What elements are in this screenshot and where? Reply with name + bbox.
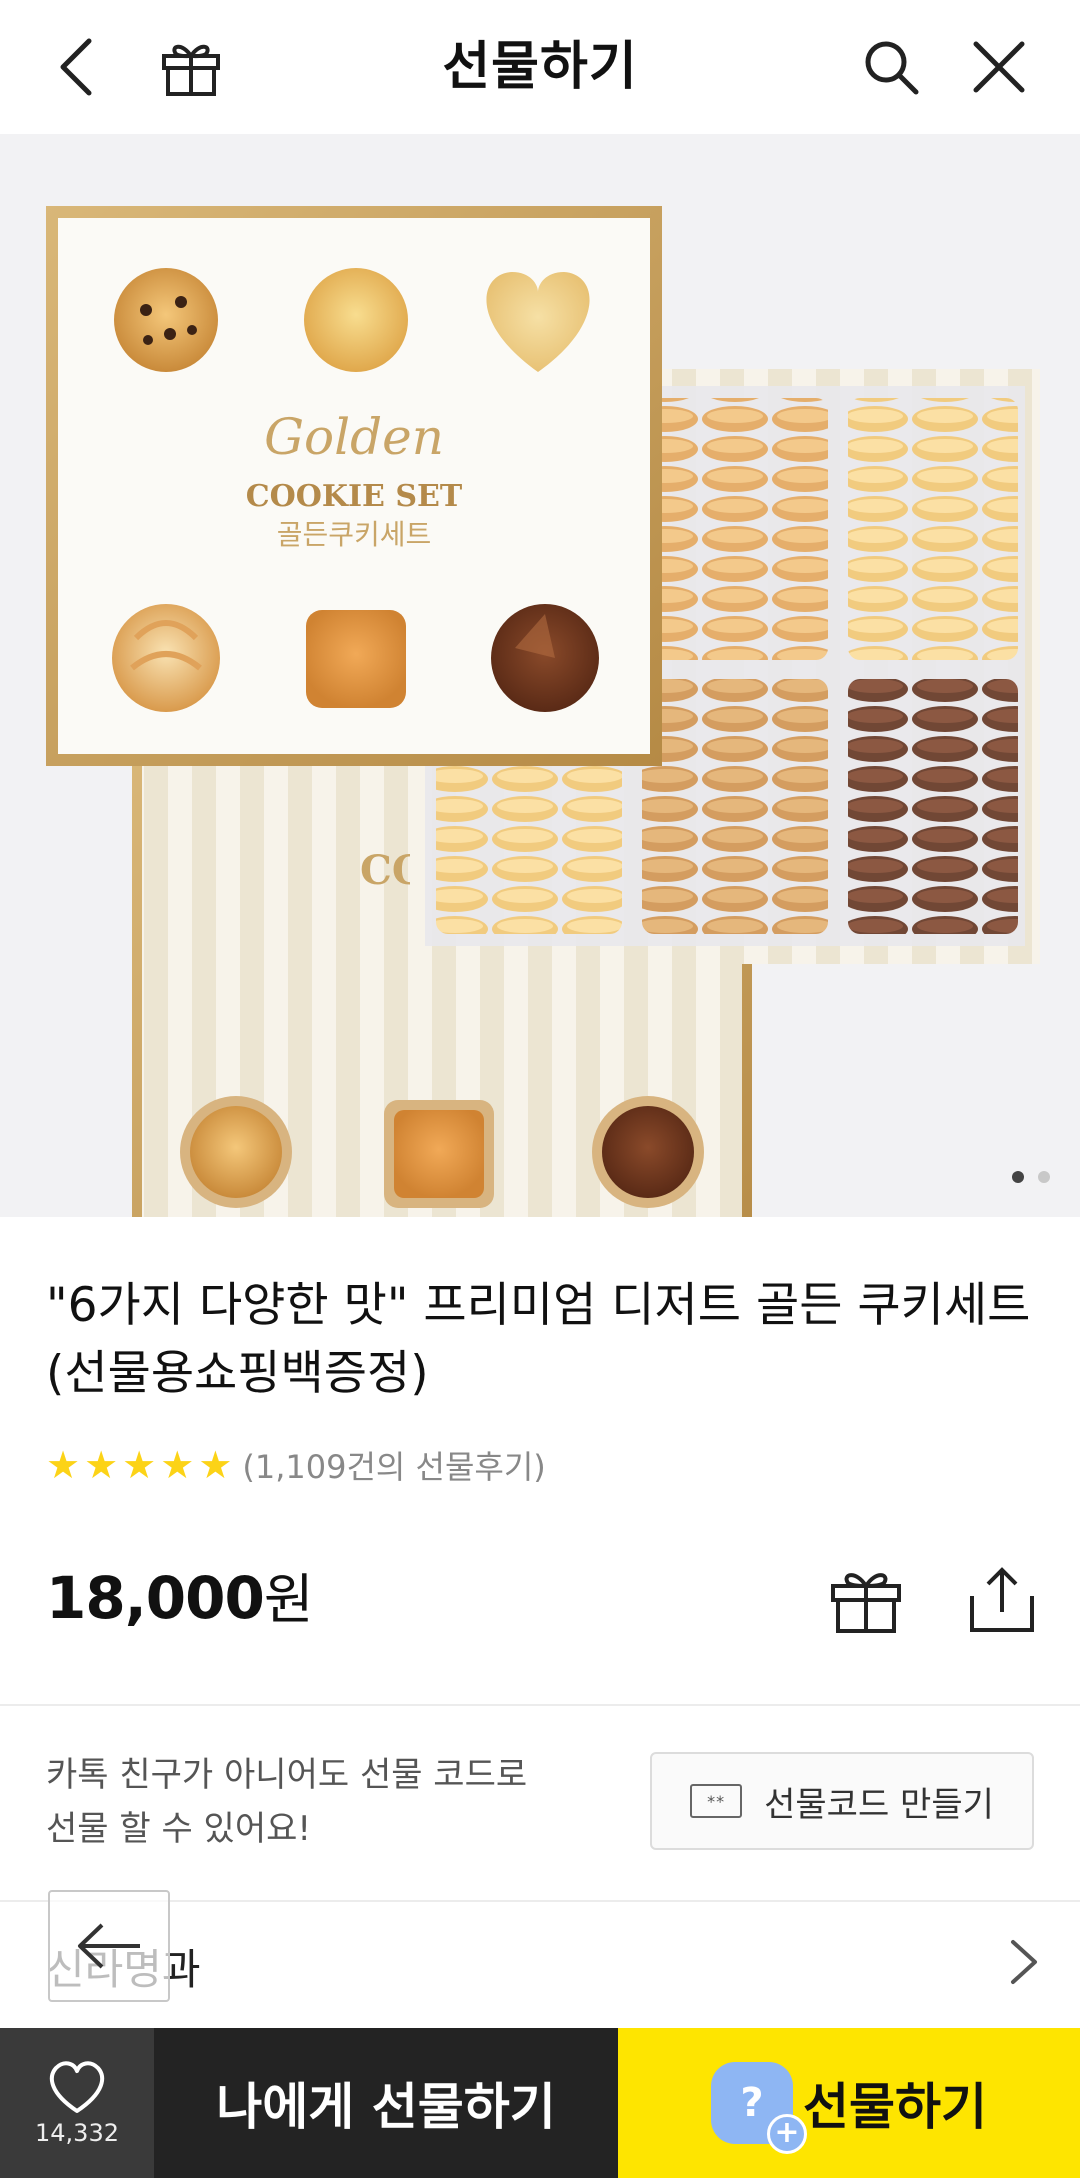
gift-code-line2: 선물 할 수 있어요!	[46, 1809, 312, 1849]
top-app-bar: 선물하기	[0, 0, 1080, 134]
product-image-carousel[interactable]: COO Golden COOKIE SET 골든쿠키세트	[0, 134, 1080, 1217]
product-name: "6가지 다양한 맛" 프리미엄 디저트 골든 쿠키세트(선물용쇼핑백증정)	[46, 1278, 1031, 1401]
gift-code-description: 카톡 친구가 아니어도 선물 코드로 선물 할 수 있어요!	[46, 1748, 527, 1856]
like-button[interactable]: 14,332	[0, 2028, 154, 2178]
bottom-action-bar: 14,332 나에게 선물하기 ? + 선물하기	[0, 2028, 1080, 2178]
carousel-dot-active	[1012, 1171, 1024, 1183]
star-icon: ★	[46, 1443, 81, 1487]
product-price: 18,000원	[46, 1555, 314, 1634]
carousel-indicator	[1012, 1171, 1050, 1183]
gift-button-label: 선물하기	[803, 2078, 987, 2136]
floating-back-button[interactable]	[48, 1890, 170, 2002]
plus-icon: +	[767, 2114, 807, 2154]
product-photo: COO Golden COOKIE SET 골든쿠키세트	[46, 206, 1040, 1217]
box-title-korean: 골든쿠키세트	[277, 518, 432, 551]
gift-code-section: 카톡 친구가 아니어도 선물 코드로 선물 할 수 있어요! ** 선물코드 만…	[0, 1708, 1080, 1900]
heart-icon	[50, 2061, 104, 2113]
star-icon: ★	[198, 1443, 233, 1487]
price-number: 18,000	[46, 1564, 265, 1632]
price-unit: 원	[263, 1568, 314, 1631]
box-title: COOKIE SET	[246, 479, 463, 514]
star-icon: ★	[160, 1443, 195, 1487]
search-icon[interactable]	[854, 30, 928, 104]
box-script-title: Golden	[264, 408, 444, 466]
gift-button[interactable]: ? + 선물하기	[618, 2028, 1080, 2178]
create-gift-code-button[interactable]: ** 선물코드 만들기	[650, 1752, 1034, 1850]
star-rating: ★ ★ ★ ★ ★	[46, 1445, 232, 1485]
question-mark: ?	[740, 2080, 764, 2126]
close-icon[interactable]	[962, 30, 1036, 104]
review-count[interactable]: (1,109건의 선물후기)	[242, 1442, 545, 1488]
share-icon[interactable]	[962, 1560, 1042, 1640]
gift-to-me-button[interactable]: 나에게 선물하기	[154, 2028, 618, 2178]
star-icon: ★	[122, 1443, 157, 1487]
star-icon: ★	[84, 1443, 119, 1487]
question-bubble-icon: ? +	[711, 2062, 807, 2154]
like-count: 14,332	[35, 2119, 119, 2147]
gift-code-line1: 카톡 친구가 아니어도 선물 코드로	[46, 1755, 528, 1795]
left-arrow-icon	[78, 1923, 140, 1969]
ticket-icon: **	[690, 1784, 743, 1818]
wishlist-gift-icon[interactable]	[826, 1560, 906, 1640]
create-gift-code-label: 선물코드 만들기	[764, 1784, 994, 1825]
chevron-right-icon	[994, 1932, 1054, 1992]
rating-row[interactable]: ★ ★ ★ ★ ★ (1,109건의 선물후기)	[46, 1440, 546, 1490]
divider	[0, 1704, 1080, 1706]
carousel-dot	[1038, 1171, 1050, 1183]
